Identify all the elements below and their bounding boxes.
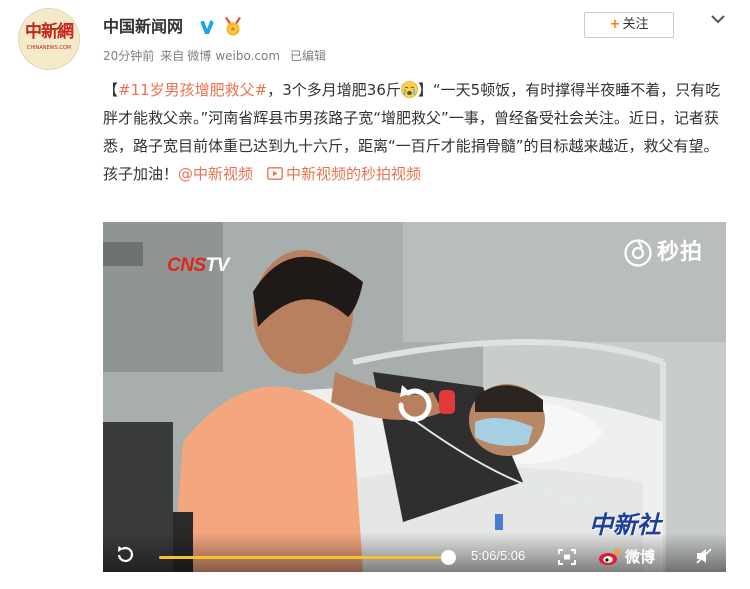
replay-icon[interactable] — [115, 544, 135, 564]
post-text: 【#11岁男孩增肥救父#，3个多月增肥36斤 】“一天5顿饭，有时撑得半夜睡不着，… — [103, 76, 731, 188]
chevron-down-icon[interactable] — [708, 10, 728, 30]
account-name[interactable]: 中国新闻网 — [103, 17, 183, 37]
post-meta: 20分钟前 来自 微博 weibo.com 已编辑 — [103, 48, 332, 64]
video-source-link[interactable]: 中新视频的秒拍视频 — [286, 165, 421, 183]
post-time[interactable]: 20分钟前 — [103, 49, 154, 63]
elapsed-time: 5:06 — [471, 548, 497, 563]
duration-time: 5:06 — [499, 548, 526, 563]
post-headline-rest: ，3个多月增肥36斤 — [267, 81, 401, 99]
hashtag-link[interactable]: #11岁男孩增肥救父# — [118, 81, 267, 99]
post-source-prefix: 来自 — [160, 49, 185, 63]
weibo-logo-icon — [599, 548, 621, 565]
cnstv-logo: CNSTV — [167, 255, 229, 276]
avatar-logo-subtext: CHINANEWS.COM — [26, 45, 72, 51]
verified-v-icon — [199, 19, 215, 35]
follow-button[interactable]: + 关注 — [584, 12, 674, 38]
post-edited-label[interactable]: 已编辑 — [290, 49, 326, 63]
muted-speaker-icon[interactable] — [695, 547, 713, 565]
avatar-logo-text: 中新網 — [25, 22, 74, 42]
video-player[interactable]: CNSTV 秒拍 中新社 5:06/5:06 微博 — [103, 222, 726, 572]
fullscreen-icon[interactable] — [558, 549, 576, 565]
replay-center-icon[interactable] — [389, 379, 441, 431]
progress-bar[interactable] — [159, 556, 449, 559]
video-time: 5:06/5:06 — [471, 548, 526, 563]
miaopai-logo-icon — [624, 239, 652, 267]
mention-link[interactable]: @中新视频 — [178, 165, 253, 183]
account-avatar[interactable]: 中新網 CHINANEWS.COM — [18, 8, 80, 70]
crying-emoji-icon — [400, 81, 418, 98]
post-source-app[interactable]: 微博 — [187, 49, 211, 63]
plus-icon: + — [609, 17, 621, 32]
miaopai-watermark: 秒拍 — [623, 236, 719, 270]
bracket-close: 】 — [417, 81, 433, 99]
video-controls: 5:06/5:06 微博 — [103, 532, 726, 572]
video-link-icon — [267, 167, 283, 180]
follow-button-label: 关注 — [622, 17, 649, 32]
post-source-domain[interactable]: weibo.com — [215, 49, 280, 63]
progress-handle[interactable] — [441, 550, 456, 565]
bracket-open: 【 — [103, 81, 119, 99]
miaopai-watermark-text: 秒拍 — [657, 240, 704, 265]
medal-icon[interactable] — [224, 17, 242, 36]
weibo-logo-text: 微博 — [625, 548, 656, 566]
weibo-post-card: 中新網 CHINANEWS.COM 中国新闻网 20分钟前 来自 微博 weibo.c… — [0, 0, 750, 589]
